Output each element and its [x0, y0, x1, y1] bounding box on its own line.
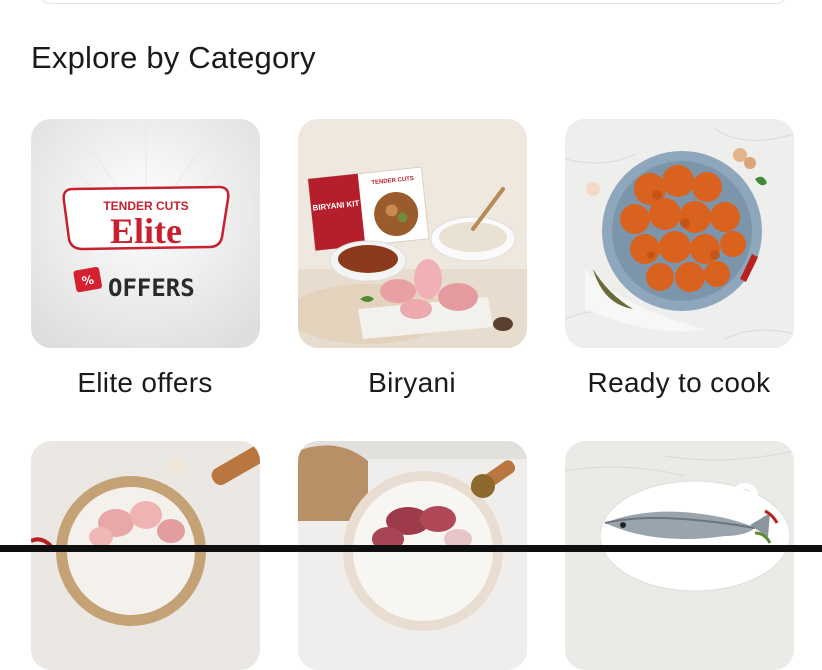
category-label-elite-offers[interactable]: Elite offers — [0, 367, 295, 399]
elite-offers-image: TENDER CUTS Elite % OFFERS — [31, 119, 260, 348]
category-label-ready-to-cook[interactable]: Ready to cook — [529, 367, 822, 399]
elite-name-text: Elite — [110, 211, 182, 251]
ready-to-cook-image — [565, 119, 794, 348]
fish-image — [565, 441, 794, 670]
system-navigation-bar — [0, 545, 822, 552]
category-card-chicken[interactable] — [31, 441, 260, 670]
category-card-mutton[interactable] — [298, 441, 527, 670]
category-label-biryani[interactable]: Biryani — [262, 367, 562, 399]
elite-subtitle-text: OFFERS — [108, 274, 195, 302]
category-card-biryani[interactable]: BIRYANI KIT TENDER CUTS — [298, 119, 527, 348]
biryani-kit-image: BIRYANI KIT TENDER CUTS — [298, 119, 527, 348]
mutton-image — [298, 441, 527, 670]
category-card-ready-to-cook[interactable] — [565, 119, 794, 348]
category-card-fish[interactable] — [565, 441, 794, 670]
search-bar[interactable] — [38, 0, 788, 4]
category-card-elite-offers[interactable]: TENDER CUTS Elite % OFFERS — [31, 119, 260, 348]
chicken-image — [31, 441, 260, 670]
section-title: Explore by Category — [31, 40, 316, 75]
svg-text:%: % — [81, 273, 95, 289]
